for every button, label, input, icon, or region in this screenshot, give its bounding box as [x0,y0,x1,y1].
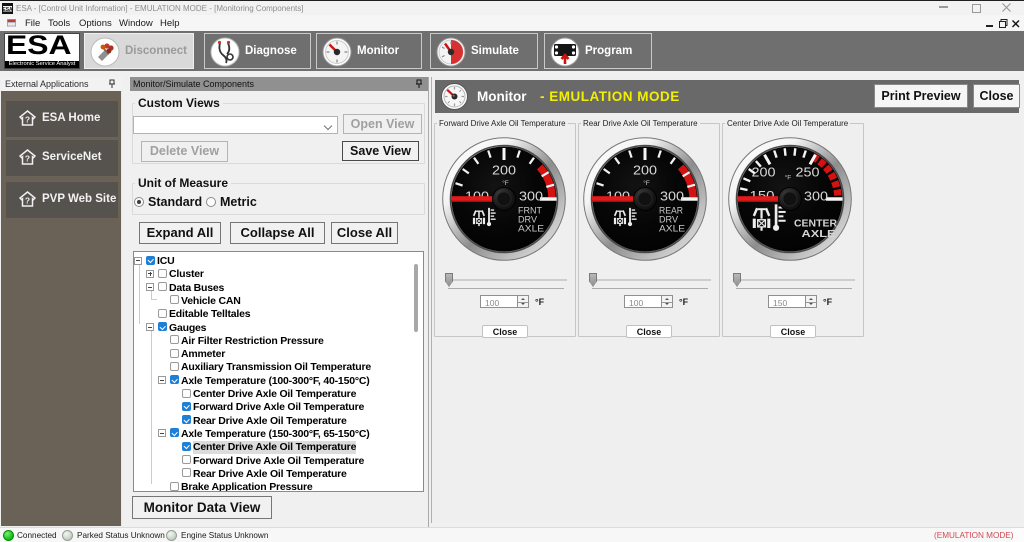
svg-text:ESA: ESA [2,7,13,13]
svg-text:°F: °F [785,174,792,182]
svg-text:?: ? [25,196,30,206]
svg-text:AXLE: AXLE [659,224,685,234]
svg-text:300: 300 [660,190,684,204]
svg-text:?: ? [25,115,30,125]
svg-text:?: ? [25,154,30,164]
svg-text:°F: °F [502,179,509,187]
svg-text:AXLE: AXLE [802,228,836,240]
svg-text:°F: °F [643,179,650,187]
svg-text:300: 300 [519,190,543,204]
svg-text:250: 250 [796,166,820,180]
svg-text:200: 200 [752,166,776,180]
svg-text:300: 300 [804,190,828,204]
svg-text:200: 200 [492,164,516,178]
svg-text:200: 200 [633,164,657,178]
svg-text:AXLE: AXLE [518,224,544,234]
